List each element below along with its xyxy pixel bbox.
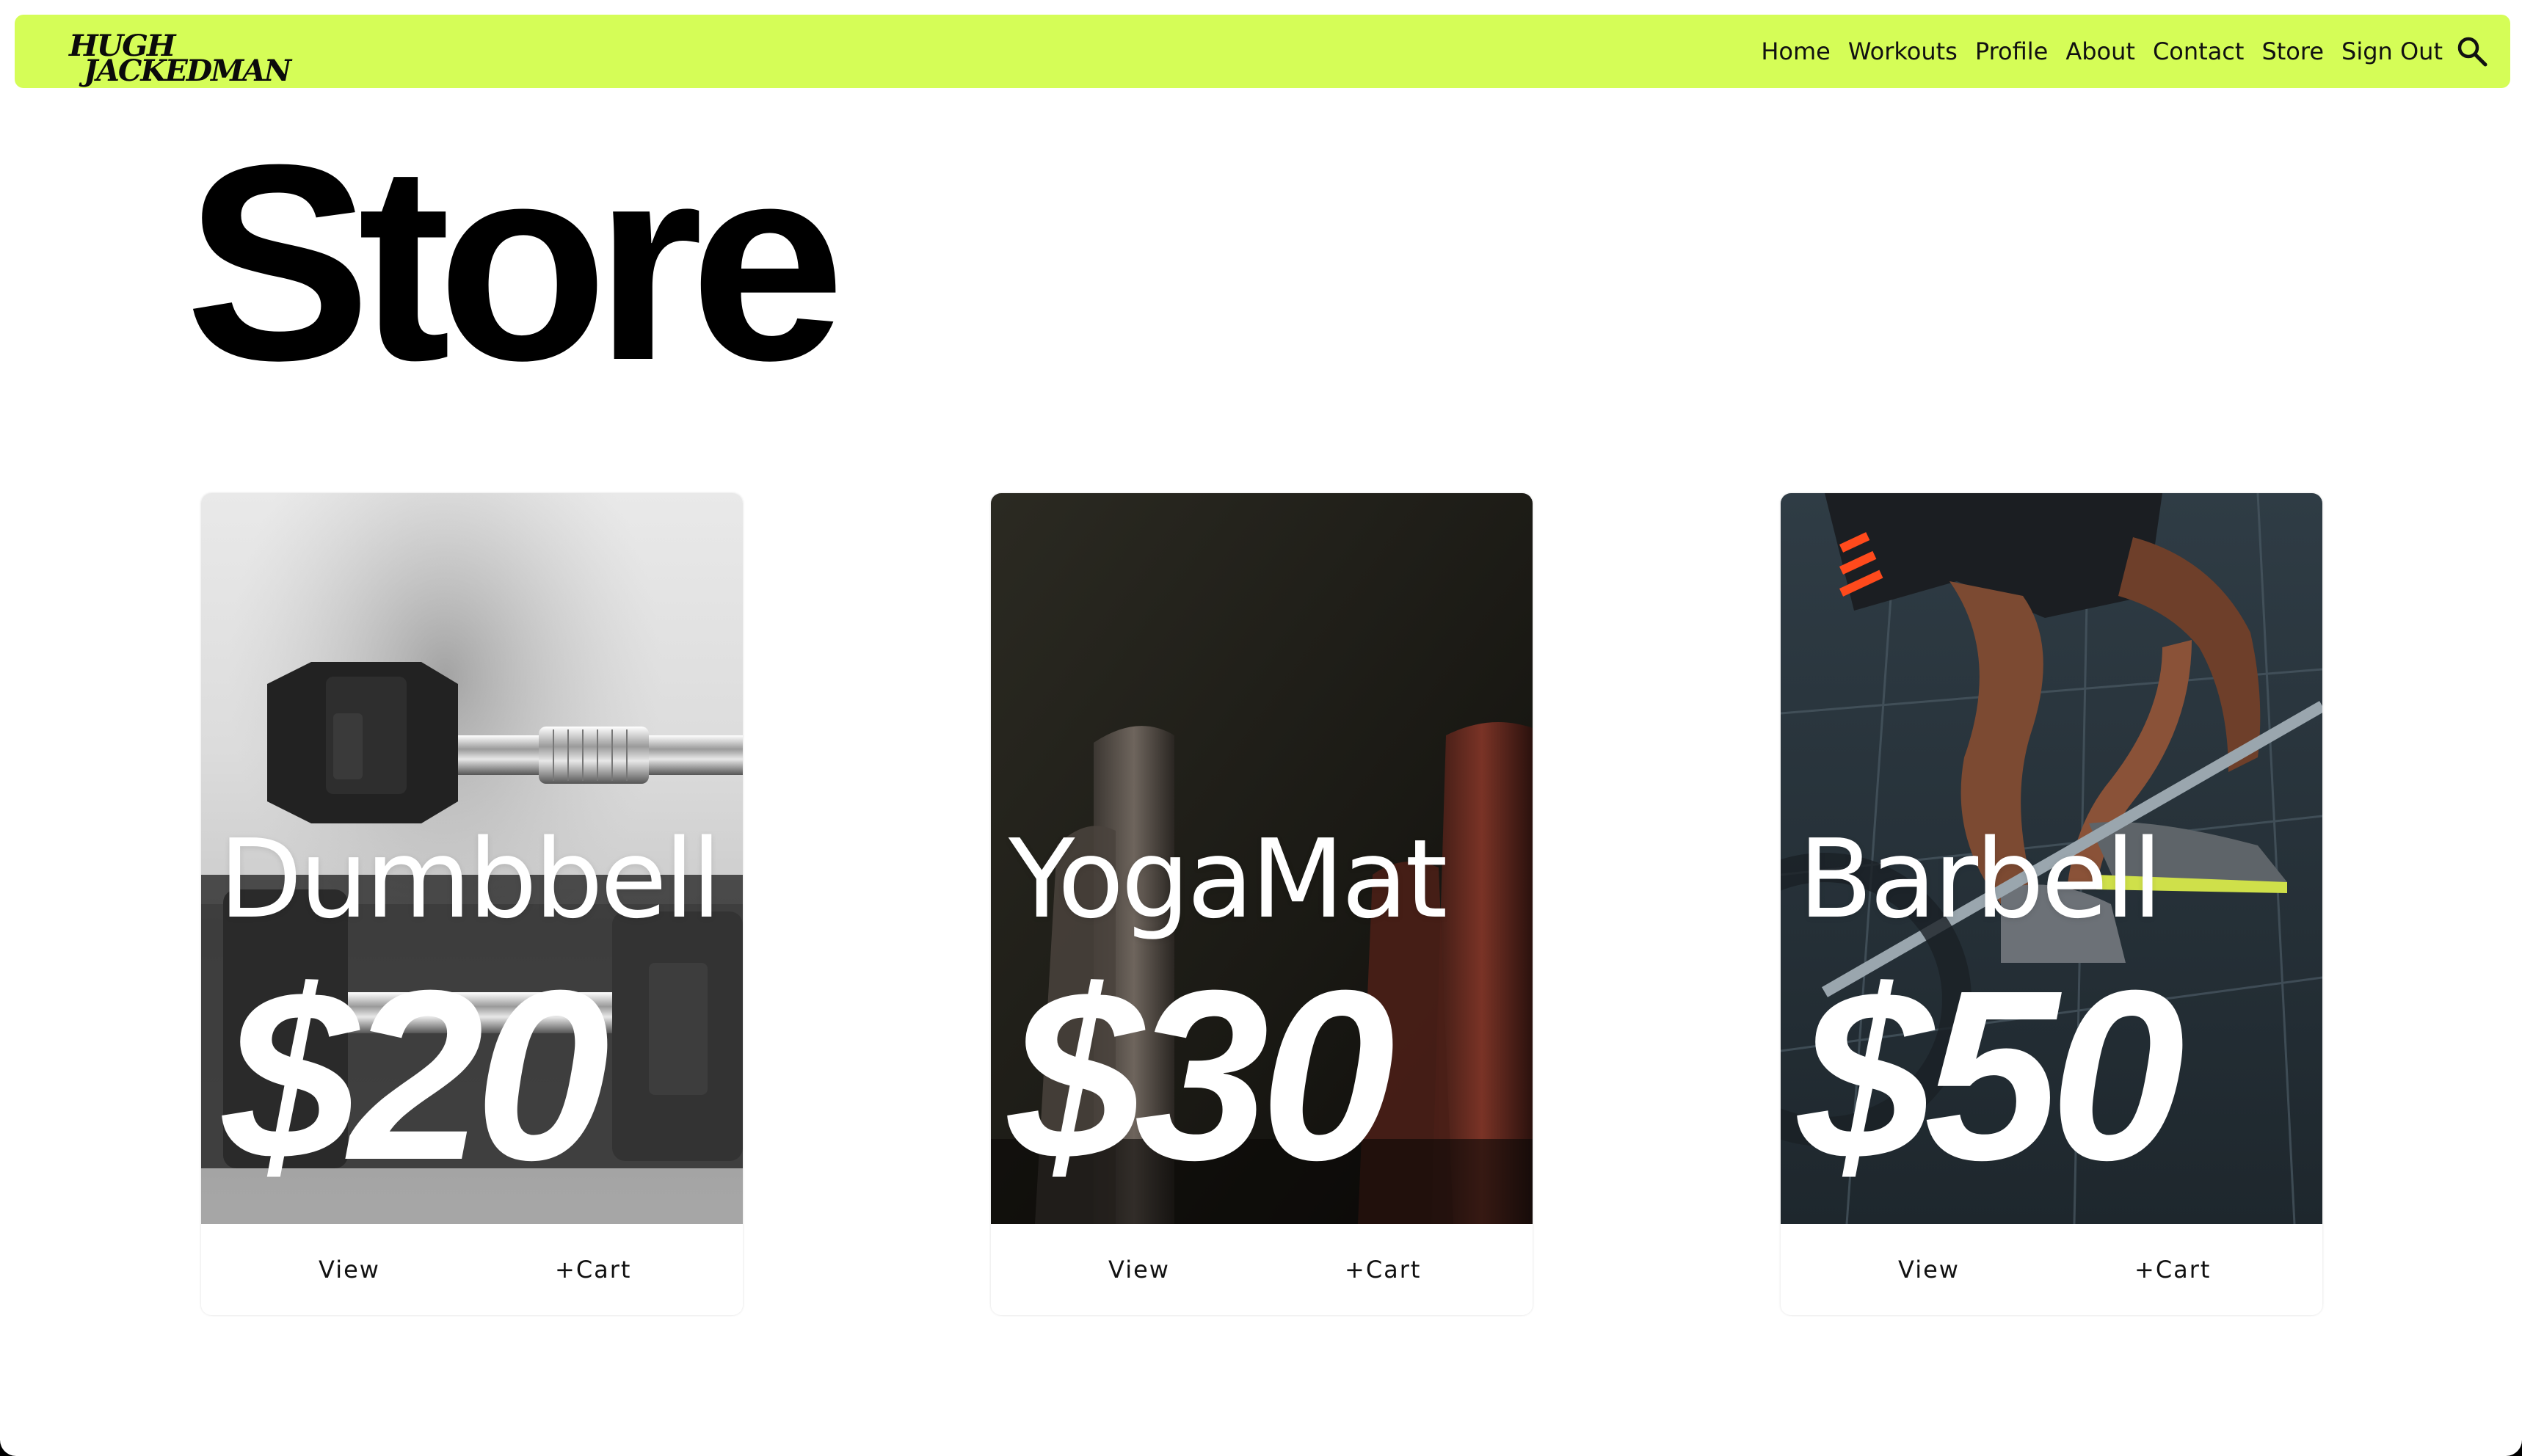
view-button[interactable]: View bbox=[319, 1224, 380, 1315]
nav-contact[interactable]: Contact bbox=[2153, 37, 2245, 65]
product-price-dumbbell: $20 bbox=[223, 939, 610, 1210]
nav-store[interactable]: Store bbox=[2261, 37, 2324, 65]
brand-logo[interactable]: HUGH JACKEDMAN bbox=[54, 22, 363, 88]
product-actions-dumbbell: View +Cart bbox=[201, 1224, 743, 1315]
nav-sign-out[interactable]: Sign Out bbox=[2341, 37, 2443, 65]
top-navbar: HUGH JACKEDMAN Home Workouts Profile Abo… bbox=[15, 15, 2510, 88]
brand-logo-line2: JACKEDMAN bbox=[84, 54, 291, 88]
nav-home[interactable]: Home bbox=[1761, 37, 1831, 65]
view-button[interactable]: View bbox=[1898, 1224, 1960, 1315]
add-to-cart-button[interactable]: +Cart bbox=[1345, 1224, 1421, 1315]
product-actions-barbell: View +Cart bbox=[1781, 1224, 2322, 1315]
product-price-barbell: $50 bbox=[1798, 939, 2185, 1210]
search-icon[interactable] bbox=[2456, 35, 2488, 68]
page-title: Store bbox=[185, 106, 845, 418]
product-name-dumbbell: Dumbbell bbox=[219, 816, 722, 942]
nav-profile[interactable]: Profile bbox=[1975, 37, 2049, 65]
product-price-yogamat: $30 bbox=[1009, 939, 1395, 1210]
product-actions-yogamat: View +Cart bbox=[991, 1224, 1533, 1315]
nav-workouts[interactable]: Workouts bbox=[1848, 37, 1958, 65]
add-to-cart-button[interactable]: +Cart bbox=[555, 1224, 631, 1315]
store-page: HUGH JACKEDMAN Home Workouts Profile Abo… bbox=[0, 0, 2522, 1456]
view-button[interactable]: View bbox=[1108, 1224, 1170, 1315]
product-name-yogamat: YogaMat bbox=[1009, 816, 1447, 942]
nav-links: Home Workouts Profile About Contact Stor… bbox=[1761, 15, 2443, 88]
product-name-barbell: Barbell bbox=[1798, 816, 2162, 942]
add-to-cart-button[interactable]: +Cart bbox=[2134, 1224, 2211, 1315]
nav-about[interactable]: About bbox=[2065, 37, 2135, 65]
